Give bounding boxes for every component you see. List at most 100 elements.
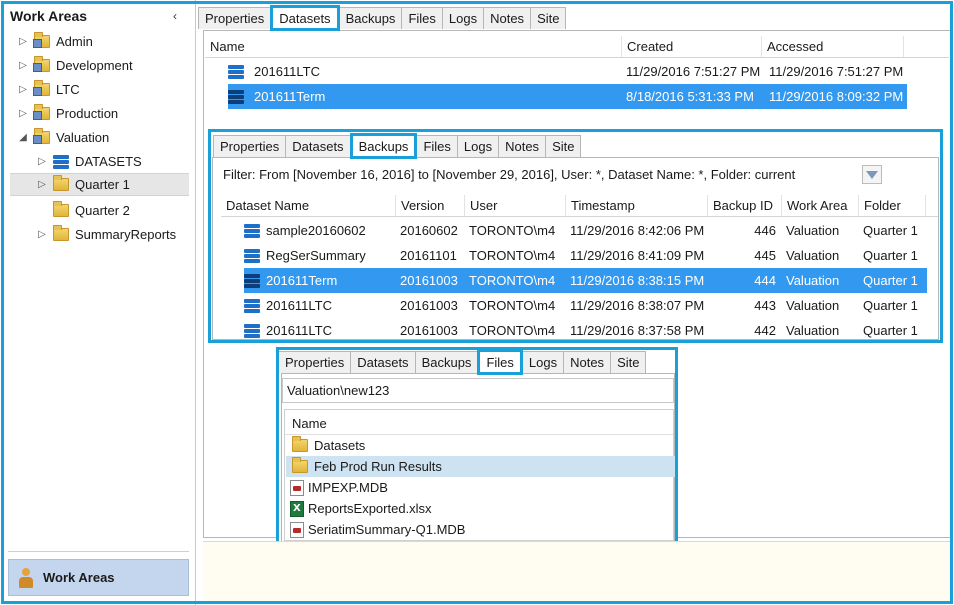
- files-tabstrip: Properties Datasets Backups Files Logs N…: [278, 349, 647, 375]
- backup-row[interactable]: 201611LTC 20161003 TORONTO\m4 11/29/2016…: [244, 318, 927, 343]
- tab-backups[interactable]: Backups: [338, 7, 403, 29]
- tree-item-label: Development: [56, 58, 133, 73]
- backup-version: 20161003: [400, 273, 458, 288]
- backup-row[interactable]: RegSerSummary 20161101 TORONTO\m4 11/29/…: [244, 243, 927, 268]
- file-item-label: IMPEXP.MDB: [308, 480, 388, 495]
- backup-dataset-icon: [244, 323, 260, 339]
- collapse-icon[interactable]: ◢: [18, 132, 28, 143]
- backup-work-area: Valuation: [786, 273, 840, 288]
- tab-notes[interactable]: Notes: [563, 351, 612, 373]
- column-header-created[interactable]: Created: [622, 36, 762, 57]
- work-area-folder-icon: [33, 104, 50, 120]
- file-item-label: Feb Prod Run Results: [314, 459, 442, 474]
- backup-id: 443: [754, 298, 776, 313]
- tab-files[interactable]: Files: [416, 135, 458, 157]
- tree-item-production[interactable]: ▷ Production: [18, 102, 118, 125]
- dataset-row[interactable]: 201611LTC 11/29/2016 7:51:27 PM 11/29/20…: [228, 59, 907, 84]
- tab-logs[interactable]: Logs: [521, 351, 565, 373]
- expand-icon[interactable]: ▷: [18, 60, 28, 71]
- dataset-accessed: 11/29/2016 8:09:32 PM: [769, 89, 904, 104]
- files-column-header-name[interactable]: Name: [292, 416, 327, 431]
- column-header-work-area[interactable]: Work Area: [782, 195, 859, 216]
- details-area: [203, 541, 951, 603]
- tree-item-label: Production: [56, 106, 119, 121]
- tree-item-development[interactable]: ▷ Development: [18, 54, 133, 77]
- file-item[interactable]: Datasets: [290, 435, 675, 456]
- backup-row-selected[interactable]: 201611Term 20161003 TORONTO\m4 11/29/201…: [244, 268, 927, 293]
- column-header-folder[interactable]: Folder: [859, 195, 926, 216]
- tab-logs[interactable]: Logs: [441, 7, 485, 29]
- column-header-dataset-name[interactable]: Dataset Name: [221, 195, 396, 216]
- column-header-accessed[interactable]: Accessed: [762, 36, 904, 57]
- tree-item-quarter-1[interactable]: ▷ Quarter 1: [10, 173, 189, 196]
- expand-icon[interactable]: ▷: [18, 84, 28, 95]
- tab-properties[interactable]: Properties: [213, 135, 287, 157]
- tab-site[interactable]: Site: [610, 351, 647, 373]
- tree-item-admin[interactable]: ▷ Admin: [18, 30, 93, 53]
- tab-backups[interactable]: Backups: [414, 351, 479, 373]
- expand-icon[interactable]: ▷: [18, 36, 28, 47]
- work-areas-nav-button[interactable]: Work Areas: [8, 559, 189, 596]
- backup-work-area: Valuation: [786, 323, 840, 338]
- tab-site[interactable]: Site: [545, 135, 582, 157]
- backup-row[interactable]: sample20160602 20160602 TORONTO\m4 11/29…: [244, 218, 927, 243]
- files-path-field[interactable]: Valuation\new123: [282, 378, 674, 403]
- backup-folder: Quarter 1: [863, 223, 918, 238]
- backup-work-area: Valuation: [786, 223, 840, 238]
- backup-row[interactable]: 201611LTC 20161003 TORONTO\m4 11/29/2016…: [244, 293, 927, 318]
- folder-icon: [292, 457, 308, 473]
- tab-datasets[interactable]: Datasets: [350, 351, 416, 373]
- file-item[interactable]: ReportsExported.xlsx: [290, 498, 675, 519]
- tab-datasets[interactable]: Datasets: [285, 135, 351, 157]
- expand-icon[interactable]: ▷: [18, 108, 28, 119]
- tree-item-summaryreports[interactable]: ▷ SummaryReports: [37, 223, 176, 246]
- work-areas-sidebar: Work Areas ‹ ▷ Admin ▷ Development ▷ LTC…: [0, 0, 196, 605]
- tab-notes[interactable]: Notes: [498, 135, 547, 157]
- column-header-version[interactable]: Version: [396, 195, 465, 216]
- tab-properties[interactable]: Properties: [198, 7, 272, 29]
- file-item[interactable]: IMPEXP.MDB: [290, 477, 675, 498]
- expand-icon[interactable]: ▷: [37, 229, 47, 240]
- tab-logs[interactable]: Logs: [456, 135, 500, 157]
- backup-dataset-name: 201611LTC: [266, 298, 333, 313]
- tab-datasets[interactable]: Datasets: [270, 5, 340, 31]
- filter-icon[interactable]: [862, 165, 882, 184]
- tab-notes[interactable]: Notes: [483, 7, 532, 29]
- tree-item-label: LTC: [56, 82, 80, 97]
- tree-item-label: Quarter 1: [75, 177, 130, 192]
- backup-timestamp: 11/29/2016 8:37:58 PM: [570, 323, 705, 338]
- tree-item-ltc[interactable]: ▷ LTC: [18, 78, 80, 101]
- tree-item-datasets[interactable]: ▷ DATASETS: [37, 150, 142, 173]
- work-areas-nav-label: Work Areas: [43, 570, 115, 585]
- mdb-file-icon: [290, 479, 304, 496]
- folder-icon: [292, 436, 308, 452]
- collapse-sidebar-icon[interactable]: ‹: [173, 9, 177, 23]
- expand-icon[interactable]: ▷: [37, 179, 47, 190]
- backup-dataset-icon: [244, 298, 260, 314]
- column-header-timestamp[interactable]: Timestamp: [566, 195, 708, 216]
- tab-files[interactable]: Files: [477, 349, 523, 375]
- backup-id: 446: [754, 223, 776, 238]
- column-header-user[interactable]: User: [465, 195, 566, 216]
- main-tabstrip: Properties Datasets Backups Files Logs N…: [198, 5, 567, 31]
- datasets-grid-header: Name Created Accessed: [205, 36, 949, 58]
- file-item-selected[interactable]: Feb Prod Run Results: [286, 456, 675, 477]
- column-header-name[interactable]: Name: [205, 36, 622, 57]
- tab-site[interactable]: Site: [530, 7, 567, 29]
- folder-icon: [53, 201, 69, 217]
- expand-icon[interactable]: ▷: [37, 156, 47, 167]
- sidebar-title: Work Areas: [10, 8, 88, 24]
- work-area-folder-icon: [33, 32, 50, 48]
- tab-properties[interactable]: Properties: [278, 351, 352, 373]
- datasets-icon: [53, 154, 69, 170]
- tree-item-valuation[interactable]: ◢ Valuation: [18, 126, 109, 149]
- tab-files[interactable]: Files: [401, 7, 443, 29]
- dataset-row-selected[interactable]: 201611Term 8/18/2016 5:31:33 PM 11/29/20…: [228, 84, 907, 109]
- tree-item-label: SummaryReports: [75, 227, 177, 242]
- file-item[interactable]: SeriatimSummary-Q1.MDB: [290, 519, 675, 540]
- backup-work-area: Valuation: [786, 298, 840, 313]
- tab-backups[interactable]: Backups: [349, 133, 418, 159]
- column-header-backup-id[interactable]: Backup ID: [708, 195, 782, 216]
- backup-timestamp: 11/29/2016 8:41:09 PM: [570, 248, 705, 263]
- tree-item-quarter-2[interactable]: Quarter 2: [37, 199, 130, 222]
